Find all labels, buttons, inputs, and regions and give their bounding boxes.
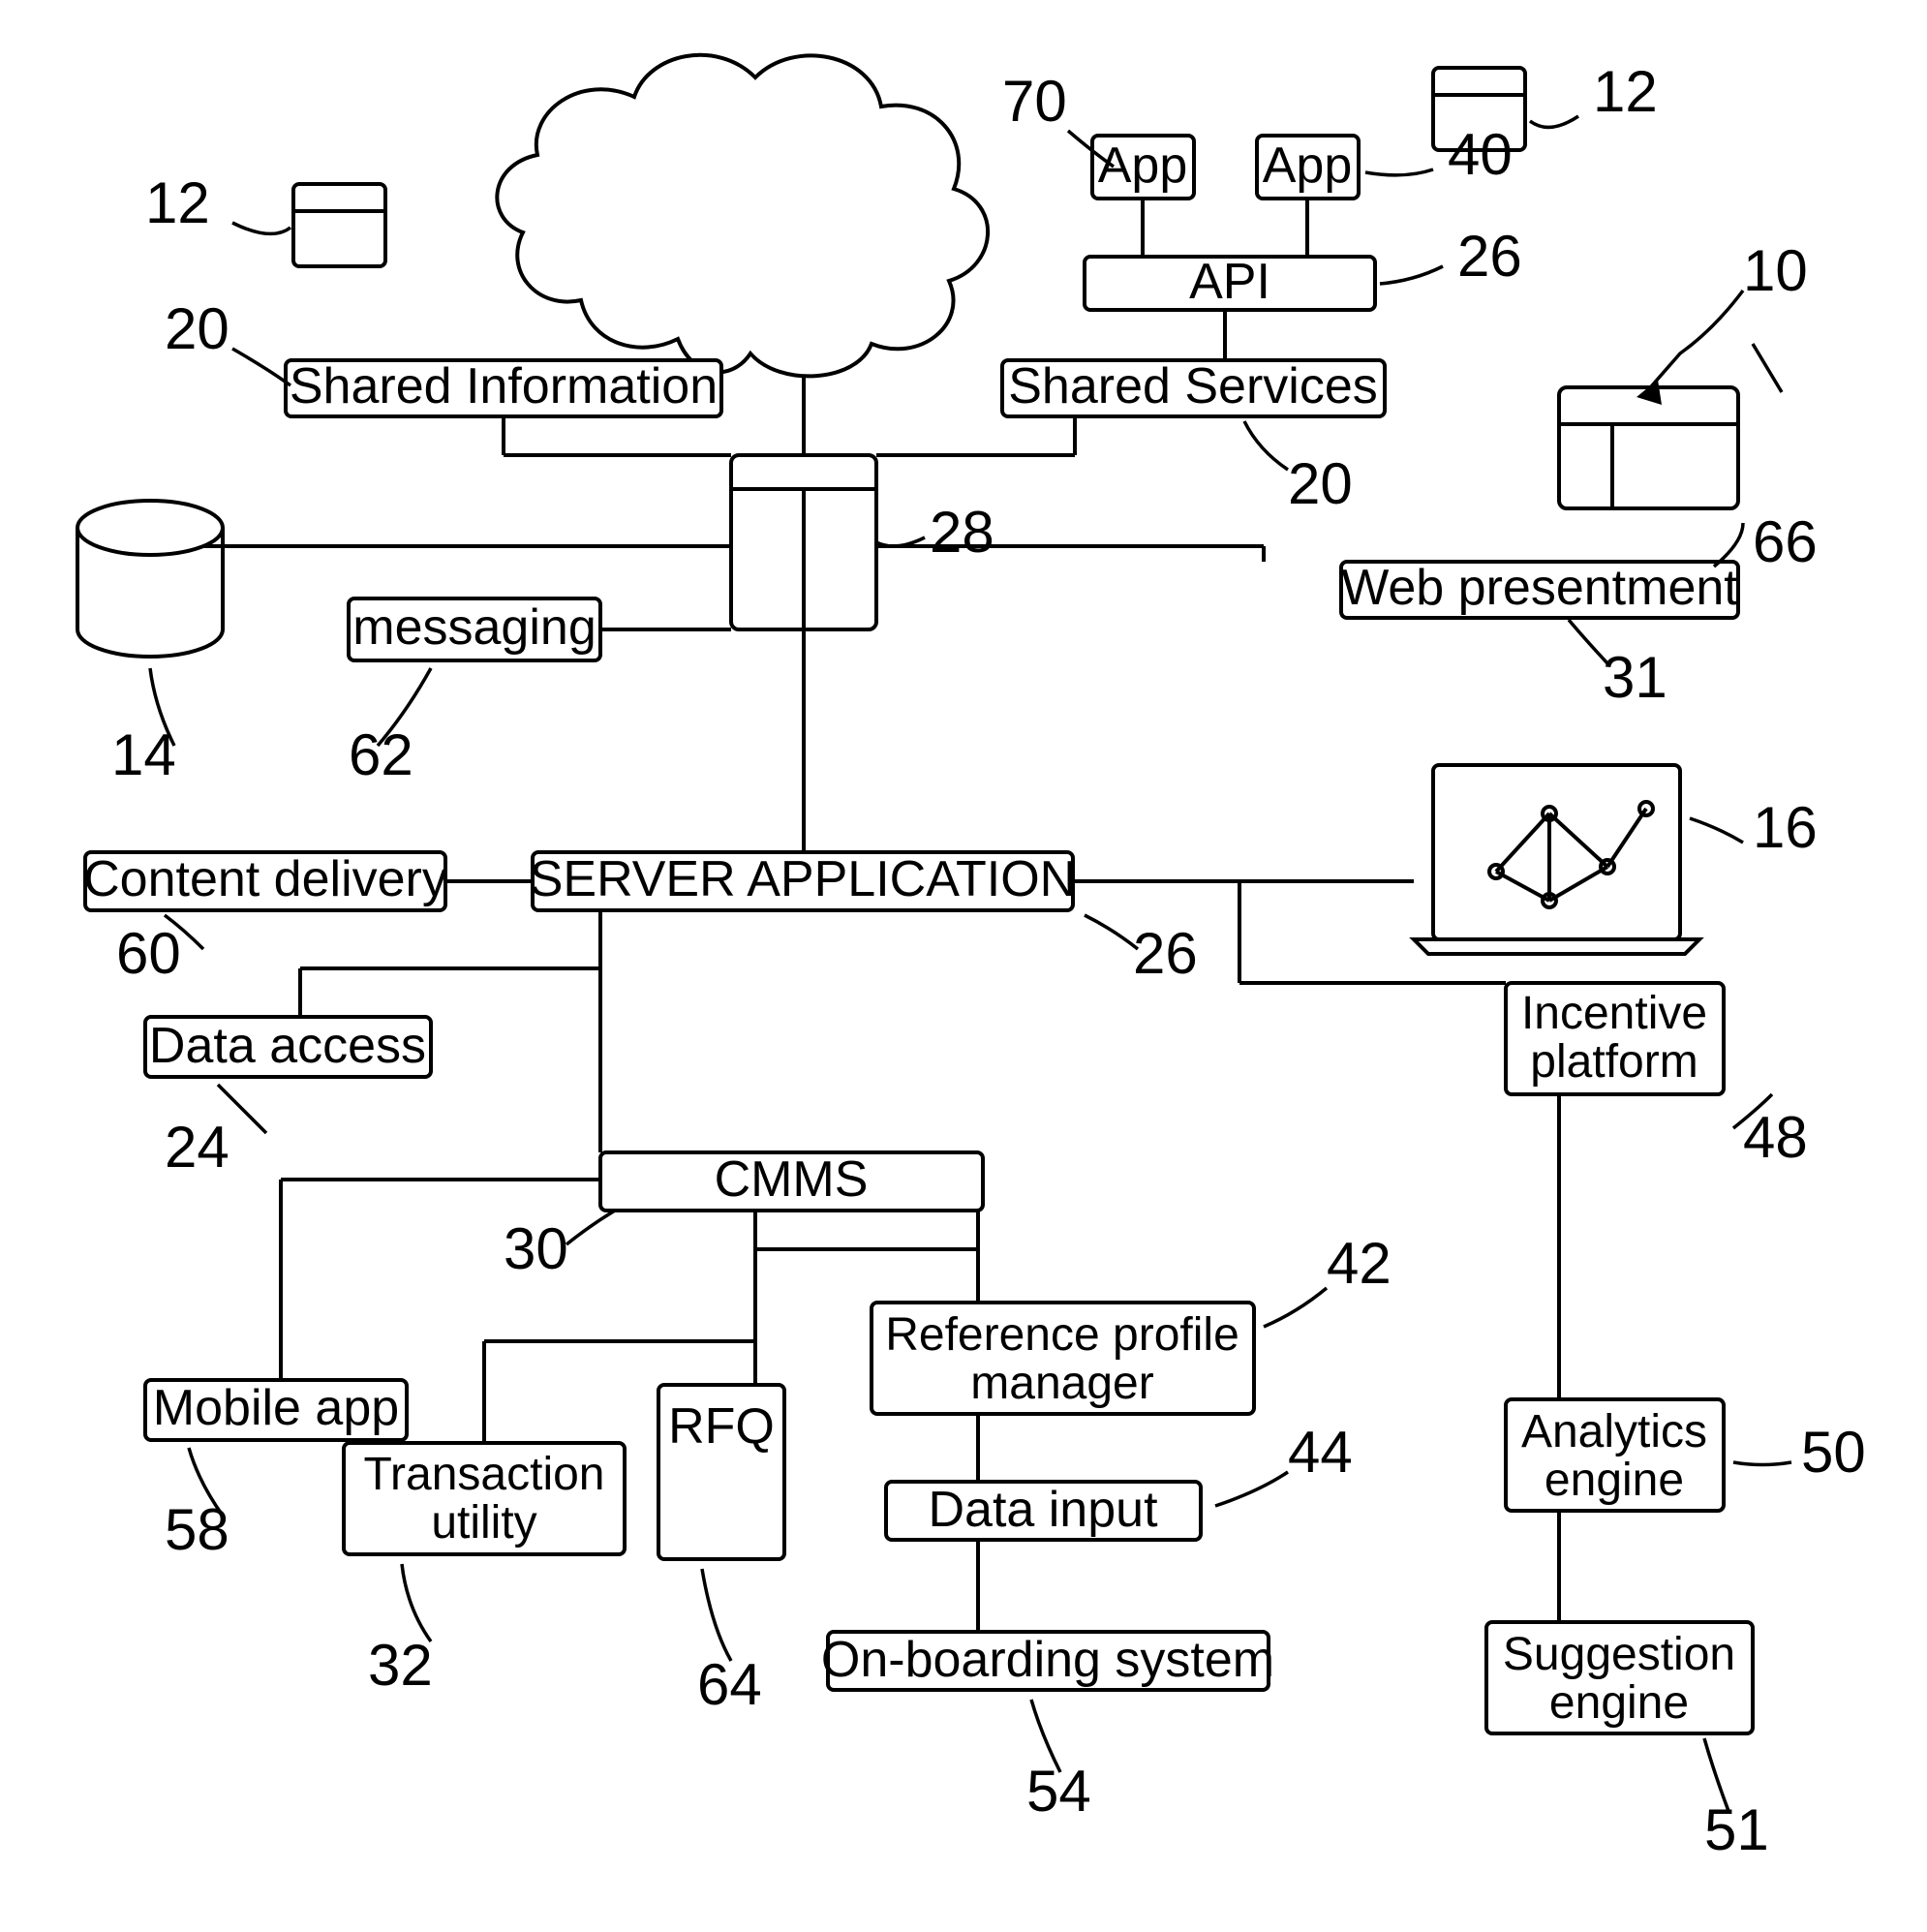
api-block: API — [1085, 254, 1375, 310]
data-access-block: Data access — [145, 1017, 431, 1077]
svg-text:Analytics: Analytics — [1521, 1406, 1707, 1457]
rfq-block: RFQ — [658, 1385, 784, 1559]
svg-text:On-boarding system: On-boarding system — [821, 1632, 1274, 1688]
svg-text:Suggestion: Suggestion — [1503, 1629, 1735, 1680]
svg-text:manager: manager — [970, 1358, 1153, 1409]
terminal-icon — [1414, 765, 1699, 954]
svg-text:66: 66 — [1753, 509, 1818, 574]
window-icon-66 — [1559, 387, 1738, 508]
svg-text:20: 20 — [1288, 451, 1353, 516]
transaction-utility-block: Transaction utility — [344, 1443, 625, 1554]
svg-text:16: 16 — [1753, 795, 1818, 860]
database-icon — [77, 501, 223, 657]
svg-text:Shared Information: Shared Information — [290, 358, 718, 414]
web-presentment-block: Web presentment — [1341, 560, 1738, 618]
svg-text:Web presentment: Web presentment — [1341, 560, 1738, 616]
server-application-block: SERVER APPLICATION — [530, 851, 1076, 910]
app-block-2: App — [1257, 136, 1359, 199]
svg-text:12: 12 — [1593, 59, 1658, 124]
svg-text:SERVER APPLICATION: SERVER APPLICATION — [530, 851, 1076, 907]
on-boarding-block: On-boarding system — [821, 1632, 1274, 1690]
mobile-app-block: Mobile app — [145, 1380, 407, 1440]
shared-information-block: Shared Information — [286, 358, 721, 416]
cmms-block: CMMS — [600, 1151, 983, 1211]
svg-text:48: 48 — [1743, 1105, 1808, 1170]
svg-text:10: 10 — [1743, 238, 1808, 303]
svg-text:App: App — [1263, 138, 1353, 194]
svg-text:31: 31 — [1603, 645, 1667, 710]
svg-text:engine: engine — [1545, 1455, 1684, 1506]
svg-text:30: 30 — [504, 1216, 568, 1281]
svg-text:Data input: Data input — [928, 1482, 1158, 1538]
svg-text:Content delivery: Content delivery — [83, 851, 447, 907]
incentive-platform-block: Incentive platform Incentive platform — [1506, 983, 1724, 1094]
svg-text:44: 44 — [1288, 1420, 1353, 1485]
svg-text:engine: engine — [1549, 1677, 1689, 1729]
svg-text:12: 12 — [145, 170, 210, 235]
svg-text:58: 58 — [165, 1497, 229, 1562]
svg-text:42: 42 — [1327, 1231, 1392, 1296]
svg-text:54: 54 — [1026, 1759, 1091, 1824]
system-diagram: App App API Shared Information Shared Se… — [0, 0, 1927, 1932]
svg-text:platform: platform — [1530, 1036, 1698, 1088]
app-block-1: App — [1092, 136, 1194, 199]
svg-text:RFQ: RFQ — [668, 1398, 775, 1455]
data-input-block: Data input — [886, 1482, 1201, 1540]
svg-text:Incentive: Incentive — [1521, 988, 1707, 1039]
svg-text:utility: utility — [431, 1497, 536, 1549]
svg-text:50: 50 — [1801, 1420, 1866, 1485]
svg-text:60: 60 — [116, 921, 181, 986]
svg-text:26: 26 — [1457, 224, 1522, 289]
reference-profile-manager-block: Reference profile manager — [872, 1303, 1254, 1414]
svg-text:64: 64 — [697, 1652, 762, 1717]
messaging-block: messaging — [349, 598, 600, 660]
svg-text:20: 20 — [165, 296, 229, 361]
svg-text:Transaction: Transaction — [364, 1449, 605, 1500]
content-delivery-block: Content delivery — [83, 851, 447, 910]
svg-text:70: 70 — [1002, 69, 1067, 134]
hub-block — [731, 455, 876, 629]
shared-services-block: Shared Services — [1002, 358, 1385, 416]
svg-text:Shared Services: Shared Services — [1008, 358, 1378, 414]
svg-text:28: 28 — [930, 500, 994, 565]
svg-text:24: 24 — [165, 1115, 229, 1180]
svg-text:26: 26 — [1133, 921, 1198, 986]
svg-text:32: 32 — [368, 1633, 433, 1698]
window-icon-12a — [293, 184, 385, 266]
suggestion-engine-block: Suggestion engine — [1486, 1622, 1753, 1733]
cloud-icon — [497, 55, 988, 377]
svg-text:Mobile app: Mobile app — [153, 1380, 399, 1436]
svg-text:14: 14 — [111, 722, 176, 787]
analytics-engine-block: Analytics engine — [1506, 1399, 1724, 1511]
svg-text:Reference profile: Reference profile — [885, 1309, 1239, 1361]
svg-text:API: API — [1189, 254, 1270, 310]
svg-text:51: 51 — [1704, 1797, 1769, 1862]
svg-text:62: 62 — [349, 722, 413, 787]
svg-text:CMMS: CMMS — [715, 1151, 869, 1208]
svg-text:Data access: Data access — [149, 1018, 426, 1074]
svg-text:40: 40 — [1448, 122, 1513, 187]
reference-numerals: 12 12 70 40 26 10 20 20 66 28 31 14 62 6… — [111, 59, 1866, 1862]
svg-text:messaging: messaging — [352, 599, 596, 656]
